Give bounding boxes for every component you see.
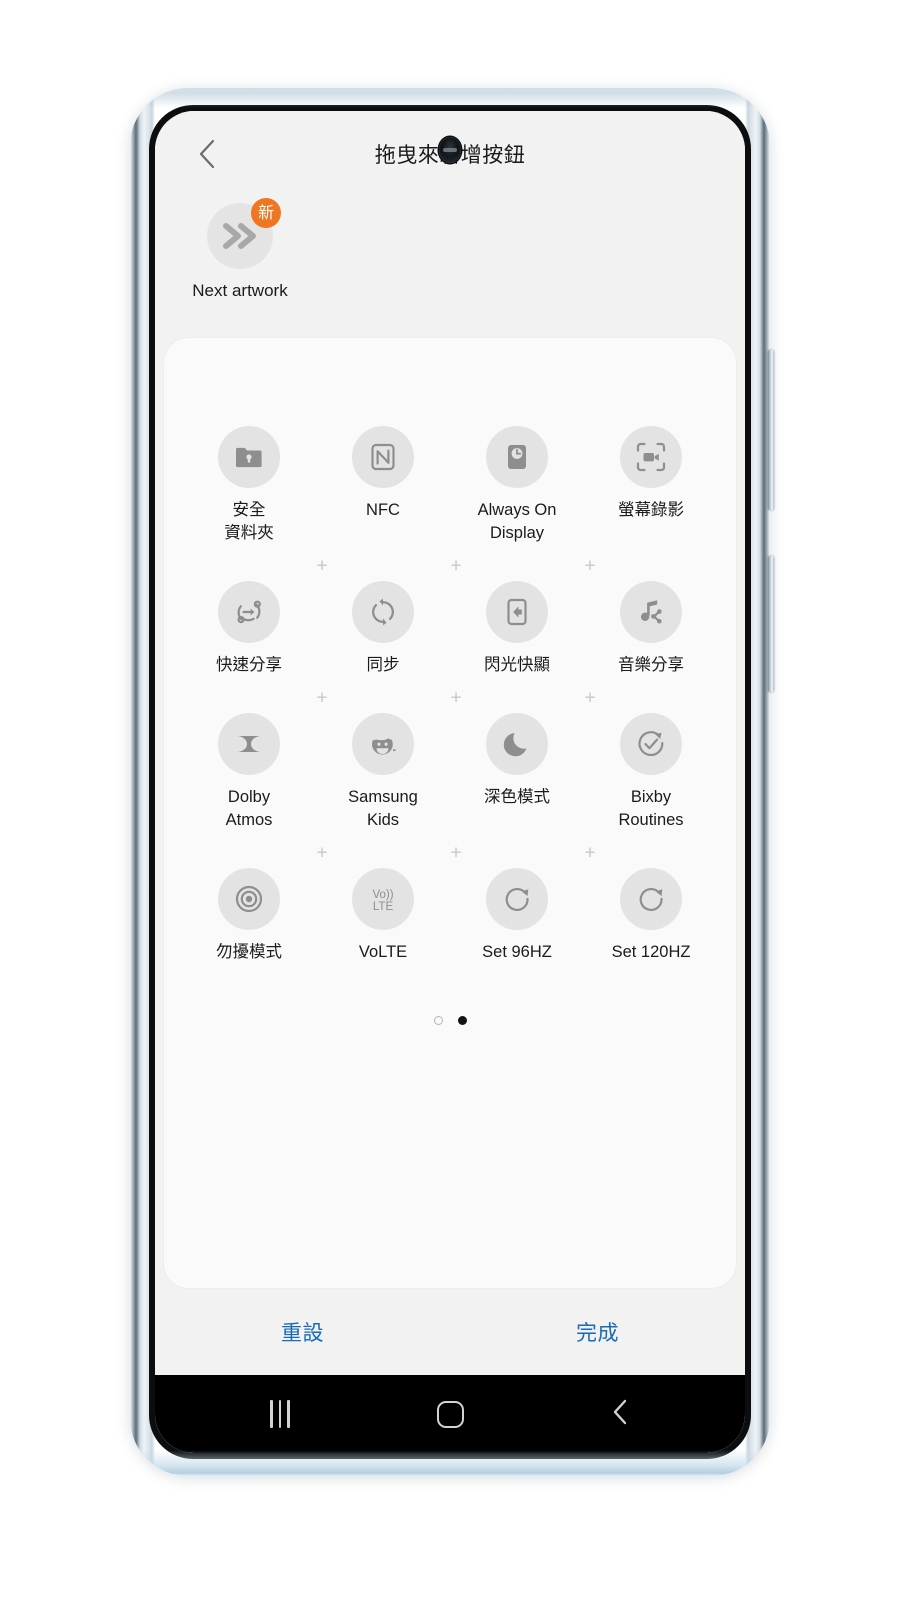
grid-item-label: Bixby Routines <box>618 788 684 829</box>
grid-item-bixby-routines[interactable]: Bixby Routines <box>584 713 718 838</box>
grid-row: 勿擾模式 Vo)) LTE VoLTE Set 96HZ Set 120HZ <box>182 868 718 970</box>
chevron-left-icon <box>196 137 218 171</box>
grid-item-label: 快速分享 <box>216 656 282 674</box>
grid-item-sync[interactable]: 同步 <box>316 581 450 683</box>
grid-item-set-96hz[interactable]: Set 96HZ <box>450 868 584 970</box>
plus-icon: + <box>316 555 328 577</box>
grid-item-label: 勿擾模式 <box>216 943 282 961</box>
nfc-icon <box>352 426 414 488</box>
grid-item-label: VoLTE <box>358 943 408 961</box>
recents-button[interactable] <box>245 1386 315 1442</box>
samsung-kids-icon <box>352 713 414 775</box>
preview-area: 新 Next artwork <box>155 197 745 337</box>
home-button[interactable] <box>415 1386 485 1442</box>
svg-text:LTE: LTE <box>373 901 394 913</box>
plus-icon: + <box>584 555 596 577</box>
grid-item-dark-mode[interactable]: 深色模式 <box>450 713 584 838</box>
refresh-rate-icon <box>620 868 682 930</box>
plus-icon: + <box>584 842 596 864</box>
plus-icon: + <box>450 687 462 709</box>
grid-item-label: 音樂分享 <box>618 656 684 674</box>
always-on-display-icon <box>486 426 548 488</box>
grid-item-label: 深色模式 <box>484 788 550 806</box>
plus-icon: + <box>450 555 462 577</box>
preview-icon-wrap: 新 <box>207 198 281 269</box>
action-bar: 重設 完成 <box>155 1289 745 1375</box>
phone-screen: 拖曳來新增按鈕 <box>155 111 745 1453</box>
recents-icon <box>270 1400 290 1428</box>
plus-icon: + <box>584 687 596 709</box>
flash-notification-icon <box>486 581 548 643</box>
plus-separator-row: + + + + <box>182 551 718 581</box>
nav-back-icon <box>610 1397 630 1432</box>
home-icon <box>436 1400 464 1428</box>
grid-item-label: NFC <box>366 501 400 519</box>
grid-item-flash-notification[interactable]: 閃光快顯 <box>450 581 584 683</box>
grid-item-secure-folder[interactable]: 安全 資料夾 <box>182 426 316 551</box>
nav-back-button[interactable] <box>585 1386 655 1442</box>
plus-separator-row: + + + + <box>182 683 718 713</box>
grid-item-music-share[interactable]: 音樂分享 <box>584 581 718 683</box>
grid-item-quick-share[interactable]: 快速分享 <box>182 581 316 683</box>
phone-bezel: 拖曳來新增按鈕 <box>149 105 751 1459</box>
grid-row: Dolby Atmos Samsung Kids 深色模式 Bixby Rout… <box>182 713 718 838</box>
music-share-icon <box>620 581 682 643</box>
grid-item-label: Always On Display <box>477 501 557 542</box>
dark-mode-moon-icon <box>486 713 548 775</box>
volume-button[interactable] <box>768 350 774 510</box>
page-dot-2[interactable] <box>457 1016 467 1025</box>
grid-item-label: Samsung Kids <box>348 788 418 829</box>
new-badge: 新 <box>251 198 281 228</box>
plus-icon: + <box>584 683 718 713</box>
grid-row: 安全 資料夾 NFC Always On Display 螢幕錄影 <box>182 426 718 551</box>
preview-tile-label: Next artwork <box>192 281 288 300</box>
screenshot-stage: 拖曳來新增按鈕 <box>0 0 900 1600</box>
done-button[interactable]: 完成 <box>450 1317 745 1347</box>
grid-item-label: Set 120HZ <box>611 943 691 961</box>
grid-item-volte[interactable]: Vo)) LTE VoLTE <box>316 868 450 970</box>
power-button[interactable] <box>768 556 774 692</box>
preview-tile-next-artwork[interactable]: 新 Next artwork <box>185 198 295 301</box>
phone-device: 拖曳來新增按鈕 <box>130 88 774 1476</box>
plus-icon: + <box>450 842 462 864</box>
button-palette-card: 安全 資料夾 NFC Always On Display 螢幕錄影 + + + … <box>163 337 737 1289</box>
grid-item-nfc[interactable]: NFC <box>316 426 450 551</box>
svg-text:Vo)): Vo)) <box>372 889 393 901</box>
bixby-routines-icon <box>620 713 682 775</box>
reset-button[interactable]: 重設 <box>155 1317 450 1347</box>
grid-row: 快速分享 同步 閃光快顯 音樂分享 <box>182 581 718 683</box>
app-ui: 拖曳來新增按鈕 <box>155 111 745 1453</box>
quick-share-icon <box>218 581 280 643</box>
plus-icon: + <box>316 687 328 709</box>
grid-item-screen-recorder[interactable]: 螢幕錄影 <box>584 426 718 551</box>
grid-item-label: Dolby Atmos <box>225 788 273 829</box>
plus-icon: + <box>584 838 718 868</box>
back-button[interactable] <box>185 132 229 176</box>
grid-item-set-120hz[interactable]: Set 120HZ <box>584 868 718 970</box>
grid-item-label: 螢幕錄影 <box>618 501 684 519</box>
secure-folder-icon <box>218 426 280 488</box>
grid-item-label: 安全 資料夾 <box>224 501 274 542</box>
plus-separator-row: + + + + <box>182 838 718 868</box>
front-camera-icon <box>439 137 461 163</box>
page-dot-1[interactable] <box>433 1016 443 1025</box>
grid-item-label: Set 96HZ <box>482 943 552 961</box>
plus-icon: + <box>584 551 718 581</box>
grid-item-always-on-display[interactable]: Always On Display <box>450 426 584 551</box>
do-not-disturb-icon <box>218 868 280 930</box>
button-grid: 安全 資料夾 NFC Always On Display 螢幕錄影 + + + … <box>164 338 736 1025</box>
system-navigation-bar <box>155 1375 745 1453</box>
refresh-rate-icon <box>486 868 548 930</box>
grid-item-dolby-atmos[interactable]: Dolby Atmos <box>182 713 316 838</box>
sync-icon <box>352 581 414 643</box>
screen-recorder-icon <box>620 426 682 488</box>
grid-item-samsung-kids[interactable]: Samsung Kids <box>316 713 450 838</box>
plus-icon: + <box>316 842 328 864</box>
volte-icon: Vo)) LTE <box>352 868 414 930</box>
grid-item-do-not-disturb[interactable]: 勿擾模式 <box>182 868 316 970</box>
grid-item-label: 閃光快顯 <box>484 656 550 674</box>
page-indicator <box>182 1016 718 1025</box>
grid-item-label: 同步 <box>366 656 400 674</box>
dolby-atmos-icon <box>218 713 280 775</box>
